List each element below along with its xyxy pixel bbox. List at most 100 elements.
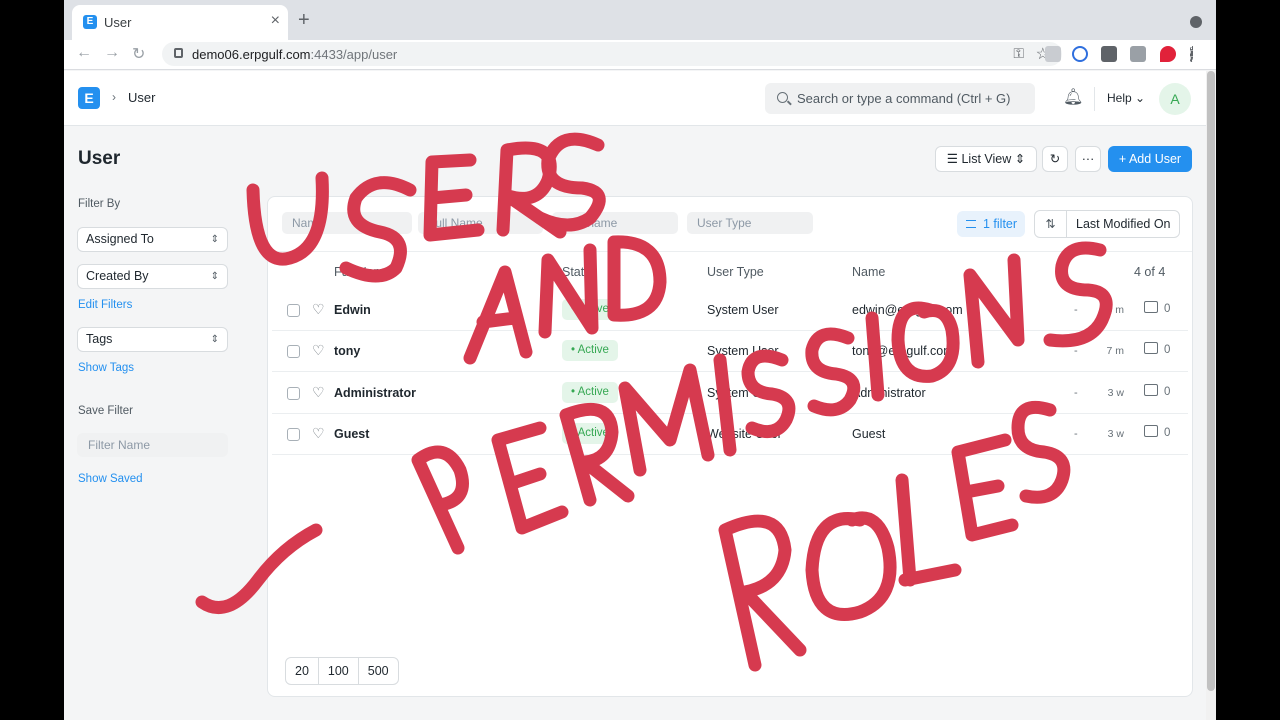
sort-arrows-icon: ⇕ [1014, 152, 1026, 166]
row-dash: - [1074, 387, 1078, 399]
assigned-to-dropdown[interactable]: Assigned To [77, 227, 228, 252]
refresh-button[interactable]: ↻ [1042, 146, 1068, 172]
extension-icon[interactable] [1045, 46, 1061, 62]
status-badge: • Active [562, 423, 618, 444]
row-full-name[interactable]: Administrator [334, 386, 416, 400]
filter-button[interactable]: 1 filter [957, 211, 1025, 237]
url-host: demo06.erpgulf.com [192, 47, 311, 62]
url-field[interactable]: demo06.erpgulf.com:4433/app/user ⚿ ☆ [162, 42, 1062, 66]
back-icon[interactable]: ← [76, 44, 92, 62]
tags-dropdown[interactable]: Tags [77, 327, 228, 352]
row-comment-count: 0 [1164, 344, 1171, 356]
comment-icon [1144, 301, 1158, 313]
show-tags-link[interactable]: Show Tags [78, 362, 134, 374]
page-size-option[interactable]: 100 [319, 658, 359, 684]
heart-icon[interactable]: ♡ [312, 384, 325, 401]
reload-icon[interactable]: ↻ [132, 44, 145, 64]
heart-icon[interactable]: ♡ [312, 342, 325, 359]
breadcrumb[interactable]: User [128, 90, 155, 105]
list-view-label: List View [961, 152, 1012, 166]
browser-tab[interactable]: E User × [72, 5, 288, 40]
row-user-type: Website User [707, 427, 782, 441]
table-row[interactable]: ♡ Administrator • Active System User Adminis… [272, 373, 1188, 414]
row-name: edwin@erpgulf.com [852, 303, 963, 317]
show-saved-link[interactable]: Show Saved [78, 473, 143, 485]
created-by-dropdown[interactable]: Created By [77, 264, 228, 289]
new-tab-icon[interactable]: + [298, 9, 310, 32]
extension-icon[interactable] [1160, 46, 1176, 62]
row-full-name[interactable]: Edwin [334, 303, 371, 317]
user-type-filter-input[interactable]: User Type [687, 212, 813, 234]
username-filter-input[interactable]: Username [552, 212, 678, 234]
column-header-full-name: Full Name [334, 265, 391, 279]
media-icon[interactable] [1130, 46, 1146, 62]
search-input[interactable]: Search or type a command (Ctrl + G) [765, 83, 1035, 114]
row-user-type: System User [707, 344, 779, 358]
sort-label[interactable]: Last Modified On [1076, 217, 1171, 231]
row-comment-count: 0 [1164, 427, 1171, 439]
page-title: User [78, 148, 121, 169]
divider [1094, 87, 1095, 111]
row-modified-time: 3 w [1107, 387, 1124, 399]
more-options-button[interactable]: ··· [1075, 146, 1101, 172]
scrollbar[interactable] [1206, 71, 1216, 720]
save-filter-heading: Save Filter [78, 405, 133, 417]
table-row[interactable]: ♡ Guest • Active Website User Guest - 3 w 0 [272, 414, 1188, 455]
filter-icon [966, 220, 976, 228]
tab-strip: E User × + [64, 0, 1216, 40]
row-full-name[interactable]: tony [334, 344, 360, 358]
page-size-option[interactable]: 20 [286, 658, 319, 684]
comment-icon [1144, 425, 1158, 437]
sort-order-icon[interactable]: ⇅ [1035, 211, 1067, 237]
help-label: Help [1107, 91, 1132, 105]
heart-icon[interactable]: ♡ [312, 425, 325, 442]
edit-filters-link[interactable]: Edit Filters [78, 299, 132, 311]
bell-icon[interactable]: 🔔︎ [1063, 87, 1083, 107]
row-name: Administrator [852, 386, 926, 400]
row-checkbox[interactable] [287, 428, 300, 441]
row-name: Guest [852, 427, 886, 441]
avatar[interactable]: A [1159, 83, 1191, 115]
divider [268, 251, 1192, 252]
close-tab-icon[interactable]: × [271, 12, 280, 30]
row-comment-count: 0 [1164, 303, 1171, 315]
key-icon[interactable]: ⚿ [1013, 45, 1024, 62]
row-comment-count: 0 [1164, 386, 1171, 398]
sort-selector[interactable]: ⇅ Last Modified On [1034, 210, 1180, 238]
full-name-filter-input[interactable]: Full Name [418, 212, 543, 234]
add-user-button[interactable]: + Add User [1108, 146, 1192, 172]
filter-by-heading: Filter By [78, 198, 121, 210]
list-card: Name Full Name Username User Type 1 filt… [267, 196, 1193, 697]
tab-title: User [104, 15, 132, 30]
row-checkbox[interactable] [287, 304, 300, 317]
filter-name-input[interactable]: Filter Name [77, 433, 228, 457]
menu-icon[interactable] [1190, 46, 1194, 62]
row-dash: - [1074, 428, 1078, 440]
forward-icon[interactable]: → [104, 44, 120, 62]
page-size-option[interactable]: 500 [359, 658, 398, 684]
row-checkbox[interactable] [287, 345, 300, 358]
status-badge: • Active [562, 340, 618, 361]
table-row[interactable]: ♡ Edwin • Active System User edwin@erpgulf.c… [272, 290, 1188, 331]
url-path: :4433/app/user [310, 47, 398, 62]
list-view-button[interactable]: ☰ List View ⇕ [935, 146, 1037, 172]
chevron-down-icon: ⌄ [1135, 91, 1146, 105]
row-checkbox[interactable] [287, 387, 300, 400]
tab-search-icon[interactable] [1190, 16, 1202, 28]
heart-icon[interactable]: ♡ [312, 301, 325, 318]
extension-icon[interactable] [1072, 46, 1088, 62]
app-logo[interactable]: E [78, 87, 100, 109]
column-header-name: Name [852, 265, 886, 279]
column-header-status: Status [562, 265, 598, 279]
comment-icon [1144, 384, 1158, 396]
puzzle-icon[interactable] [1101, 46, 1117, 62]
row-full-name[interactable]: Guest [334, 427, 369, 441]
table-row[interactable]: ♡ tony • Active System User tony@erpgulf.com… [272, 331, 1188, 372]
record-count: 4 of 4 [1134, 265, 1166, 279]
search-placeholder: Search or type a command (Ctrl + G) [797, 91, 1011, 106]
name-filter-input[interactable]: Name [282, 212, 412, 234]
row-modified-time: 7 m [1106, 345, 1124, 357]
row-dash: - [1074, 345, 1078, 357]
help-dropdown[interactable]: Help ⌄ [1107, 91, 1145, 105]
scrollbar-thumb[interactable] [1207, 71, 1215, 691]
